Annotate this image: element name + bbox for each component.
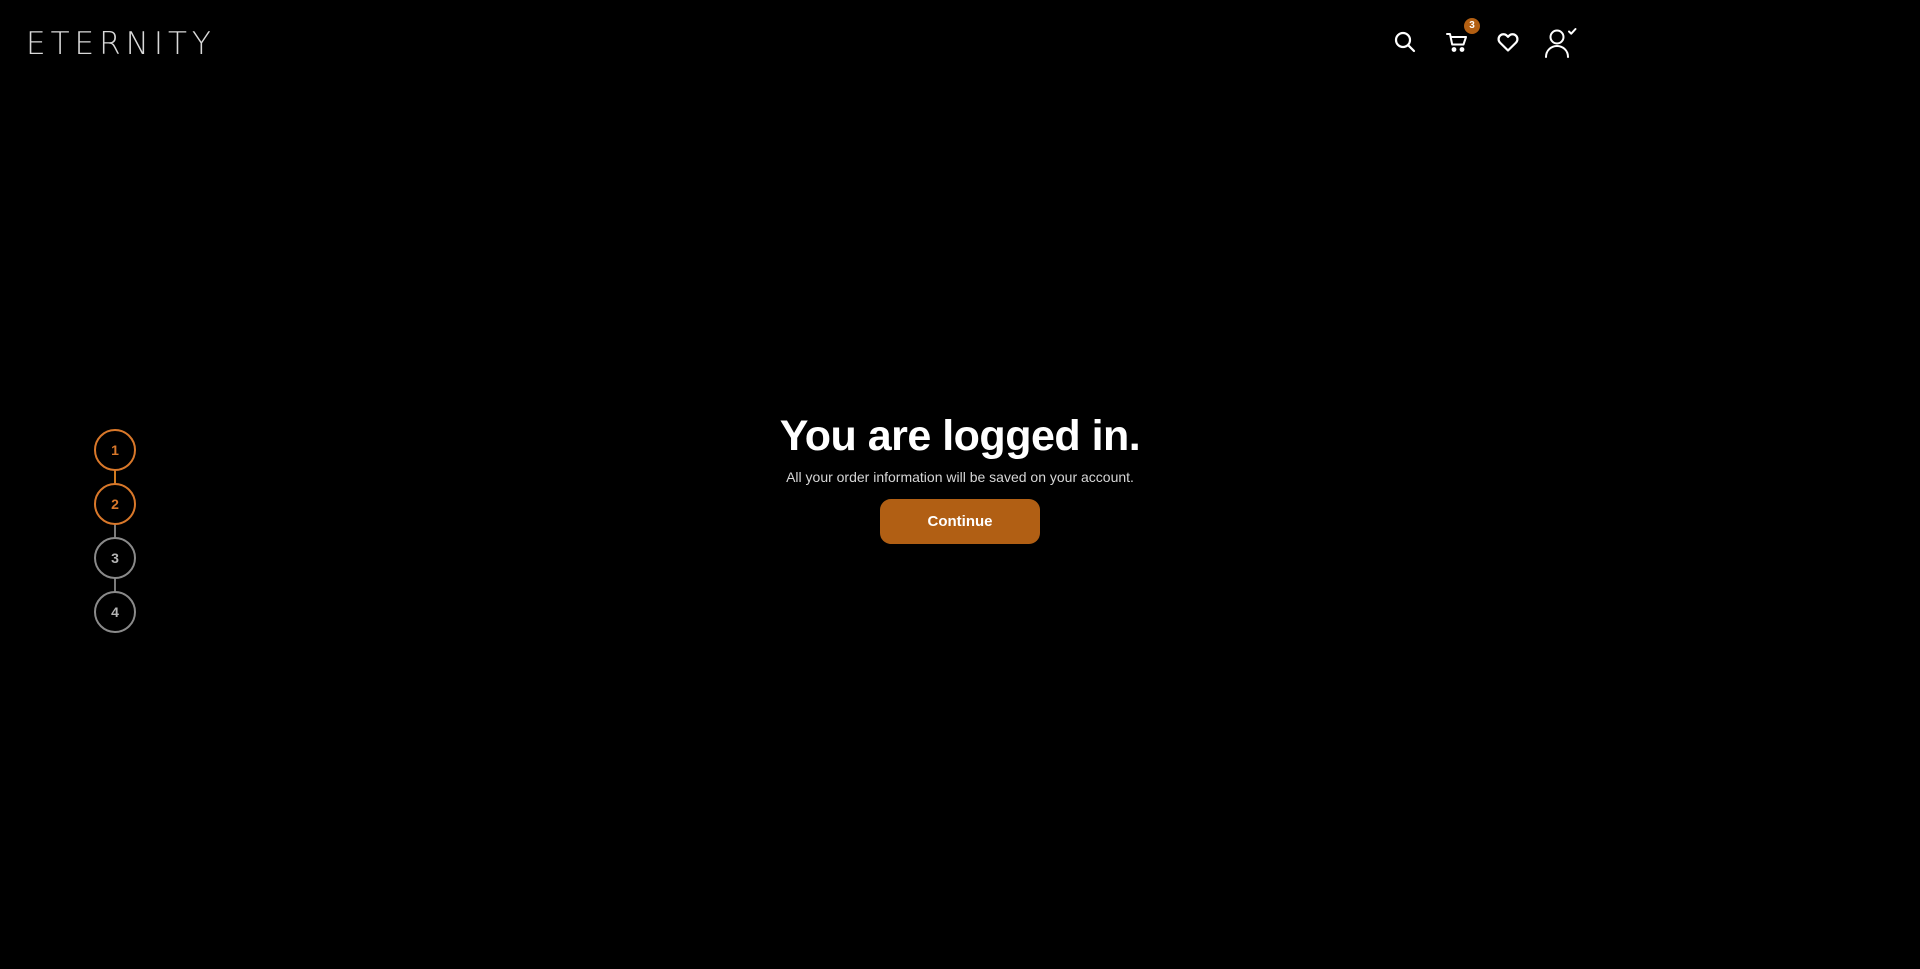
- user-check-icon: [1543, 25, 1577, 59]
- page-subtitle: All your order information will be saved…: [786, 469, 1134, 485]
- account-button[interactable]: [1543, 24, 1577, 60]
- header: ETERNITY 3: [0, 0, 1920, 90]
- cart-icon: [1445, 30, 1469, 54]
- logo[interactable]: ETERNITY: [26, 26, 216, 62]
- heart-icon: [1496, 30, 1520, 54]
- page: ETERNITY 3 1 2 3 4 You are logged in. Al…: [0, 0, 1920, 969]
- search-icon: [1393, 30, 1417, 54]
- cart-count-badge: 3: [1464, 18, 1480, 34]
- cart-button[interactable]: 3: [1440, 18, 1480, 60]
- wishlist-button[interactable]: [1491, 24, 1525, 60]
- step-connector: [114, 577, 116, 592]
- step-4[interactable]: 4: [94, 591, 136, 633]
- continue-button[interactable]: Continue: [880, 499, 1040, 544]
- login-success-panel: You are logged in. All your order inform…: [0, 410, 1920, 544]
- search-button[interactable]: [1388, 24, 1422, 60]
- page-title: You are logged in.: [779, 412, 1141, 460]
